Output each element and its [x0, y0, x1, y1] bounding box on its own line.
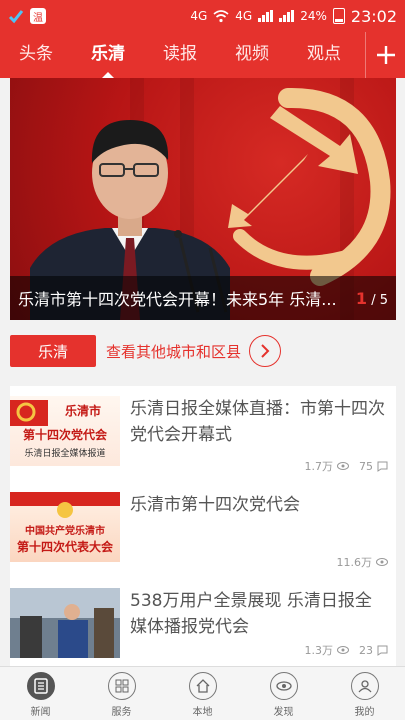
eye-icon	[337, 462, 349, 470]
comment-count: 23	[359, 643, 373, 657]
comment-icon	[377, 461, 388, 472]
nav-services[interactable]: 服务	[81, 667, 162, 720]
list-item[interactable]: 中国共产党乐清市 第十四次代表大会 乐清市第十四次党代会 11.6万	[10, 482, 396, 578]
nav-label: 我的	[354, 707, 375, 718]
tab-video[interactable]: 视频	[216, 32, 288, 78]
battery-icon	[332, 8, 345, 24]
tab-yueqing[interactable]: 乐清	[72, 32, 144, 78]
news-thumbnail: 乐清市 第十四次党代会 乐清日报全媒体报道	[10, 396, 120, 466]
news-title: 乐清市第十四次党代会	[130, 495, 300, 515]
tab-opinion[interactable]: 观点	[288, 32, 360, 78]
check-icon	[8, 10, 24, 24]
carousel-pager: 1 / 5	[356, 289, 388, 308]
app-notification-icon: 温	[30, 8, 46, 24]
news-thumbnail	[10, 588, 120, 658]
news-title: 乐清日报全媒体直播：市第十四次党代会开幕式	[130, 399, 385, 445]
user-icon	[350, 672, 379, 700]
view-count: 1.3万	[304, 644, 334, 657]
network-type-2: 4G	[235, 9, 253, 23]
news-meta: 1.7万 75	[305, 458, 389, 474]
view-count: 11.6万	[336, 556, 373, 569]
pager-total: / 5	[371, 292, 388, 308]
signal-icon	[258, 10, 274, 22]
thumb-line-2: 第十四次党代会	[22, 428, 107, 442]
battery-percent: 24%	[300, 9, 327, 23]
status-bar: 温 4G 4G 24% 23:02	[0, 0, 405, 32]
thumb-line-2: 第十四次代表大会	[16, 540, 113, 554]
list-item[interactable]: 538万用户全景展现 乐清日报全媒体播报党代会 1.3万 23	[10, 578, 396, 666]
nav-label: 新闻	[30, 707, 51, 718]
news-icon	[26, 672, 55, 700]
hero-caption: 乐清市第十四次党代会开幕！未来5年 乐清... 1 / 5	[10, 276, 396, 320]
view-count: 1.7万	[304, 460, 334, 473]
chevron-right-icon	[261, 344, 270, 358]
nav-mine[interactable]: 我的	[324, 667, 405, 720]
eye-icon	[269, 672, 298, 700]
nav-label: 服务	[111, 707, 132, 718]
list-item[interactable]: 乐清市 第十四次党代会 乐清日报全媒体报道 乐清日报全媒体直播：市第十四次党代会…	[10, 386, 396, 482]
nav-discover[interactable]: 发现	[243, 667, 324, 720]
grid-icon	[107, 672, 136, 700]
thumb-line-1: 乐清市	[64, 404, 101, 418]
thumb-line-3: 乐清日报全媒体报道	[24, 449, 106, 459]
comment-icon	[377, 645, 388, 656]
signal-2-icon	[279, 10, 295, 22]
news-meta: 11.6万	[336, 554, 388, 570]
comment-count: 75	[359, 459, 373, 473]
city-selector: 乐清 查看其他城市和区县	[10, 333, 396, 369]
tab-newspaper[interactable]: 读报	[144, 32, 216, 78]
eye-icon	[337, 646, 349, 654]
wifi-icon	[213, 10, 229, 23]
home-icon	[188, 672, 217, 700]
clock: 23:02	[350, 6, 397, 26]
network-type: 4G	[190, 9, 208, 23]
eye-icon	[376, 558, 388, 566]
nav-label: 本地	[192, 707, 213, 718]
pager-current: 1	[355, 288, 368, 308]
nav-news[interactable]: 新闻	[0, 667, 81, 720]
hero-carousel[interactable]: 乐清市第十四次党代会开幕！未来5年 乐清... 1 / 5	[10, 78, 396, 320]
nav-label: 发现	[273, 707, 294, 718]
other-cities-link[interactable]: 查看其他城市和区县	[106, 341, 241, 362]
news-photo	[10, 588, 120, 658]
news-thumbnail: 中国共产党乐清市 第十四次代表大会	[10, 492, 120, 562]
hero-title[interactable]: 乐清市第十四次党代会开幕！未来5年 乐清...	[18, 286, 350, 310]
nav-local[interactable]: 本地	[162, 667, 243, 720]
news-meta: 1.3万 23	[305, 642, 389, 658]
news-title: 538万用户全景展现 乐清日报全媒体播报党代会	[130, 591, 372, 637]
add-channel-button[interactable]	[365, 32, 405, 78]
tab-headlines[interactable]: 头条	[0, 32, 72, 78]
channel-tabs: 头条 乐清 读报 视频 观点	[0, 32, 405, 78]
city-go-button[interactable]	[249, 335, 282, 367]
current-city-button[interactable]: 乐清	[10, 335, 96, 367]
bottom-nav: 新闻 服务 本地 发现 我的	[0, 666, 405, 720]
plus-icon	[376, 46, 395, 64]
thumb-line-1: 中国共产党乐清市	[25, 526, 105, 537]
